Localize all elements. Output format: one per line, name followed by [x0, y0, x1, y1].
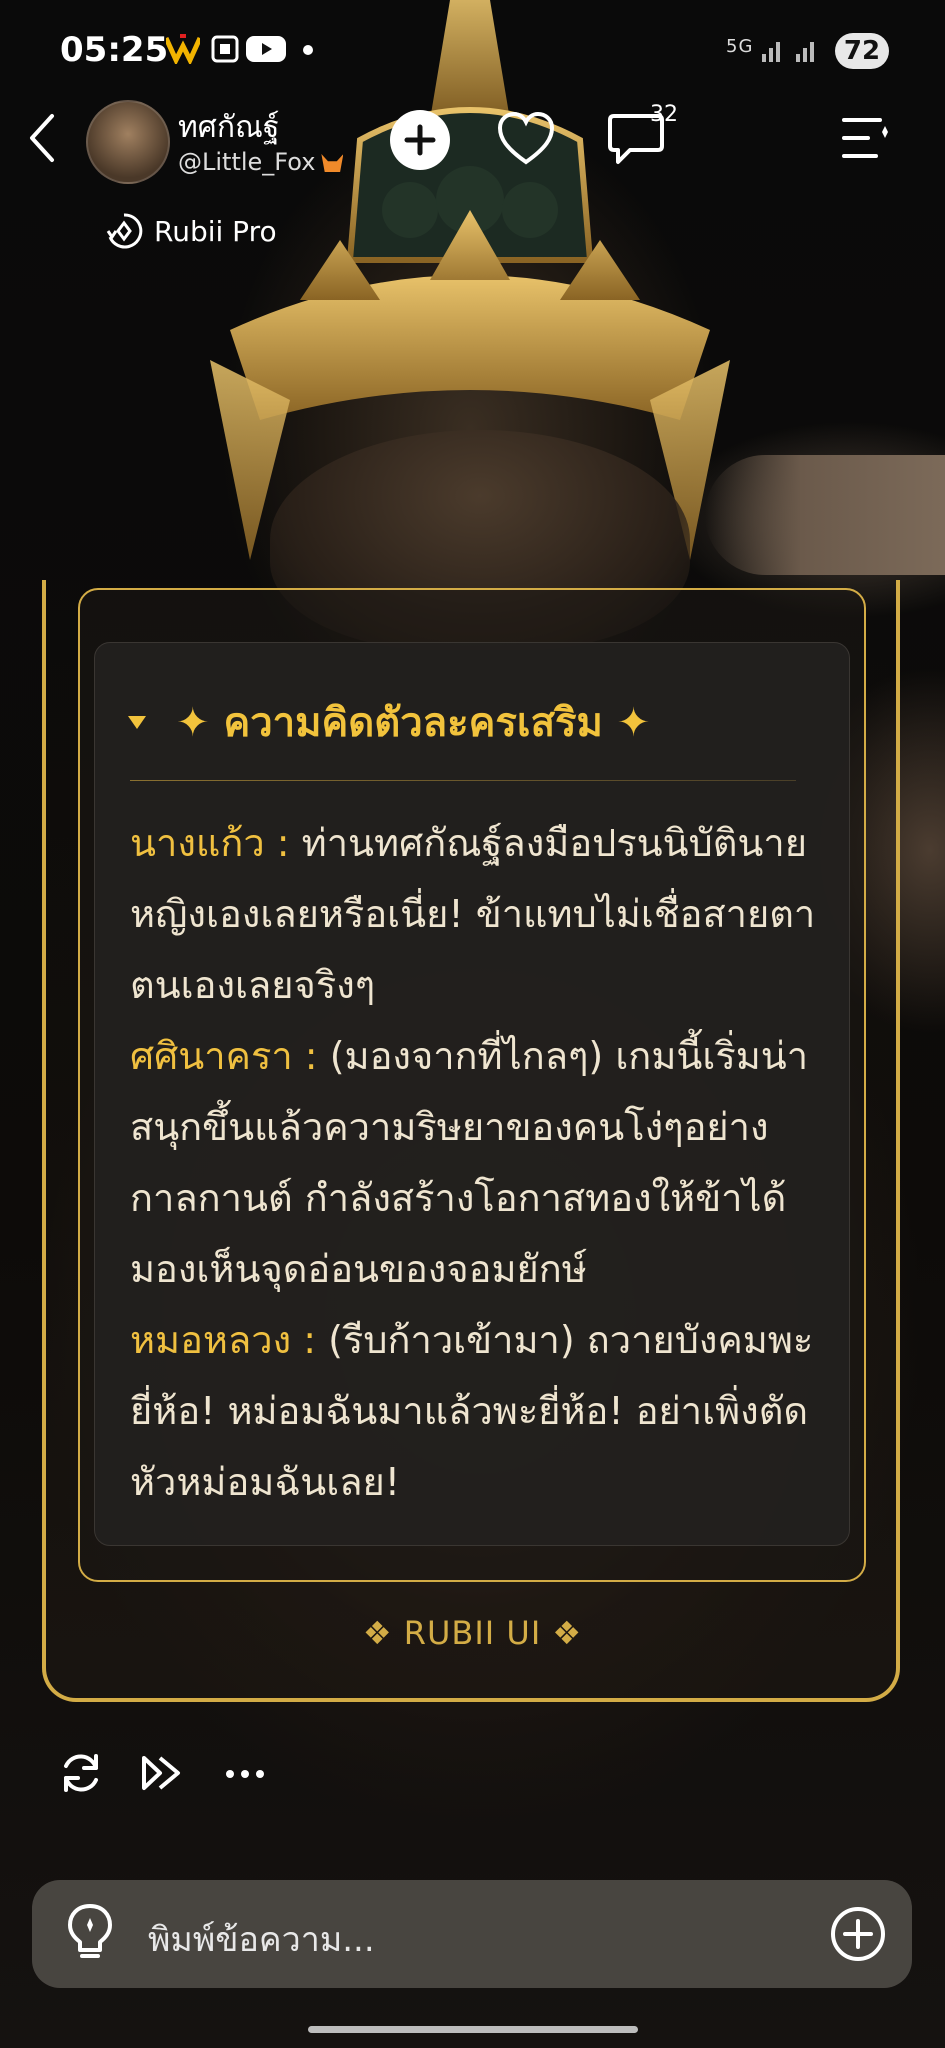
creator-handle-text: @Little_Fox — [178, 148, 316, 176]
add-attachment-icon[interactable] — [828, 1904, 888, 1964]
thoughts-panel-title: ✦ ความคิดตัวละครเสริม ✦ — [176, 700, 651, 746]
dialogue-line: นางแก้ว : ท่านทศกัณฐ์ลงมือปรนนิบัตินายหญ… — [130, 808, 820, 1021]
continue-icon[interactable] — [138, 1750, 184, 1796]
character-avatar[interactable] — [86, 100, 170, 184]
regenerate-icon[interactable] — [58, 1750, 104, 1796]
rubii-pro-badge[interactable]: Rubii Pro — [96, 206, 299, 256]
character-name[interactable]: ทศกัณฐ์ — [178, 104, 279, 151]
rubii-pro-label: Rubii Pro — [154, 214, 277, 248]
network-type: 5G — [726, 36, 754, 57]
follow-button[interactable] — [390, 110, 450, 170]
creator-handle[interactable]: @Little_Fox — [178, 148, 344, 176]
thoughts-panel-header[interactable]: ✦ ความคิดตัวละครเสริม ✦ — [128, 690, 650, 754]
more-notifications-dot-icon — [303, 45, 313, 55]
lightbulb-icon[interactable] — [62, 1902, 118, 1962]
rubii-pro-icon — [106, 213, 143, 249]
dialogue-text: นางแก้ว : ท่านทศกัณฐ์ลงมือปรนนิบัตินายหญ… — [130, 808, 820, 1518]
back-arrow-icon[interactable] — [22, 110, 62, 166]
dialogue-line: ศศินาครา : (มองจากที่ไกลๆ) เกมนี้เริ่มน่… — [130, 1021, 820, 1305]
battery-indicator: 72 — [835, 33, 889, 69]
more-options-icon[interactable] — [222, 1750, 268, 1796]
app-notification-icon — [166, 34, 200, 64]
dialogue-line: หมอหลวง : (รีบก้าวเข้ามา) ถวายบังคมพะยี่… — [130, 1305, 820, 1518]
speaker-name: หมอหลวง : — [130, 1318, 317, 1362]
message-input-bar[interactable]: พิมพ์ข้อความ... — [32, 1880, 912, 1988]
screen-record-icon — [211, 35, 239, 63]
home-indicator[interactable] — [308, 2026, 638, 2033]
fox-icon — [321, 154, 344, 172]
rubii-ui-brand: ❖ RUBII UI ❖ — [362, 1614, 583, 1652]
message-input-placeholder[interactable]: พิมพ์ข้อความ... — [148, 1912, 375, 1966]
menu-sparkle-icon[interactable] — [840, 114, 890, 162]
figure-arm — [705, 455, 945, 575]
comment-count: 32 — [650, 102, 678, 127]
speaker-name: ศศินาครา : — [130, 1034, 318, 1078]
status-time: 05:25 — [60, 30, 169, 70]
title-divider — [130, 780, 796, 781]
signal-strength-icon — [762, 42, 814, 62]
status-bar: 05:25 5G 72 — [0, 0, 945, 100]
battery-level: 72 — [843, 36, 881, 66]
collapse-triangle-icon[interactable] — [128, 715, 146, 729]
heart-icon[interactable] — [496, 110, 556, 168]
plus-icon — [404, 124, 436, 156]
speaker-name: นางแก้ว : — [130, 821, 290, 865]
youtube-icon — [246, 36, 286, 62]
